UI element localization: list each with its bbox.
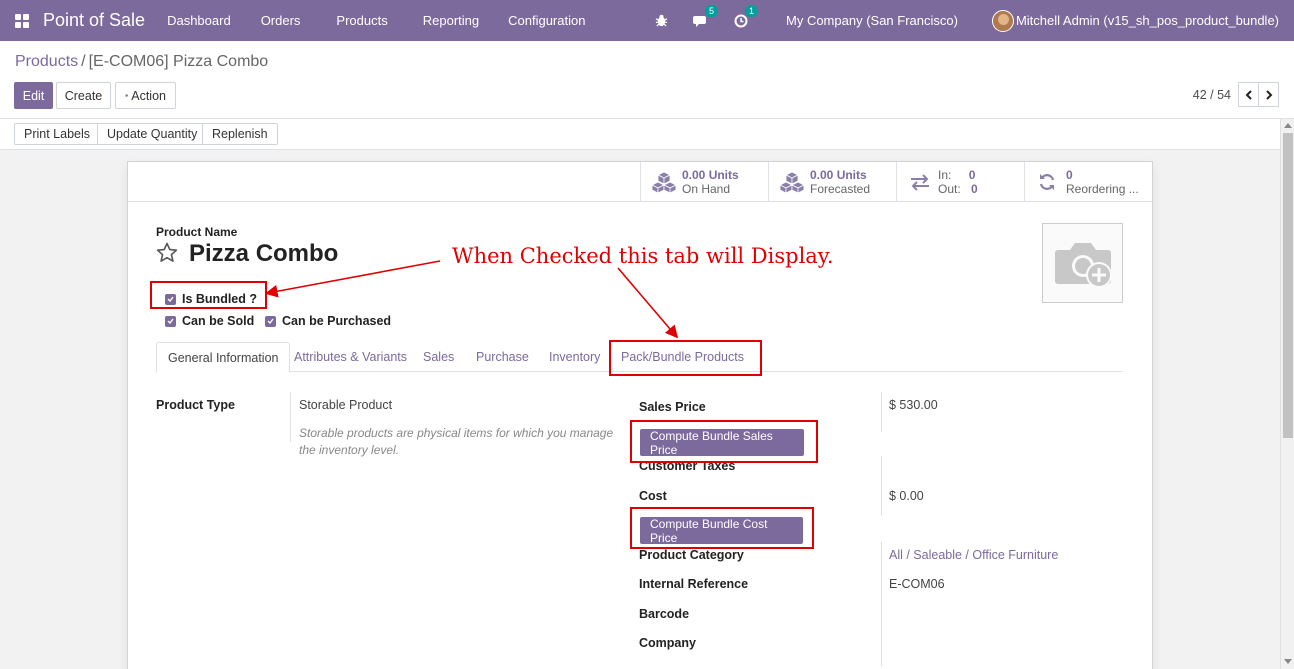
- annotation-arrows: [264, 260, 679, 339]
- annotation-arrow-left: [264, 260, 441, 298]
- annotation-arrow-down: [617, 267, 679, 339]
